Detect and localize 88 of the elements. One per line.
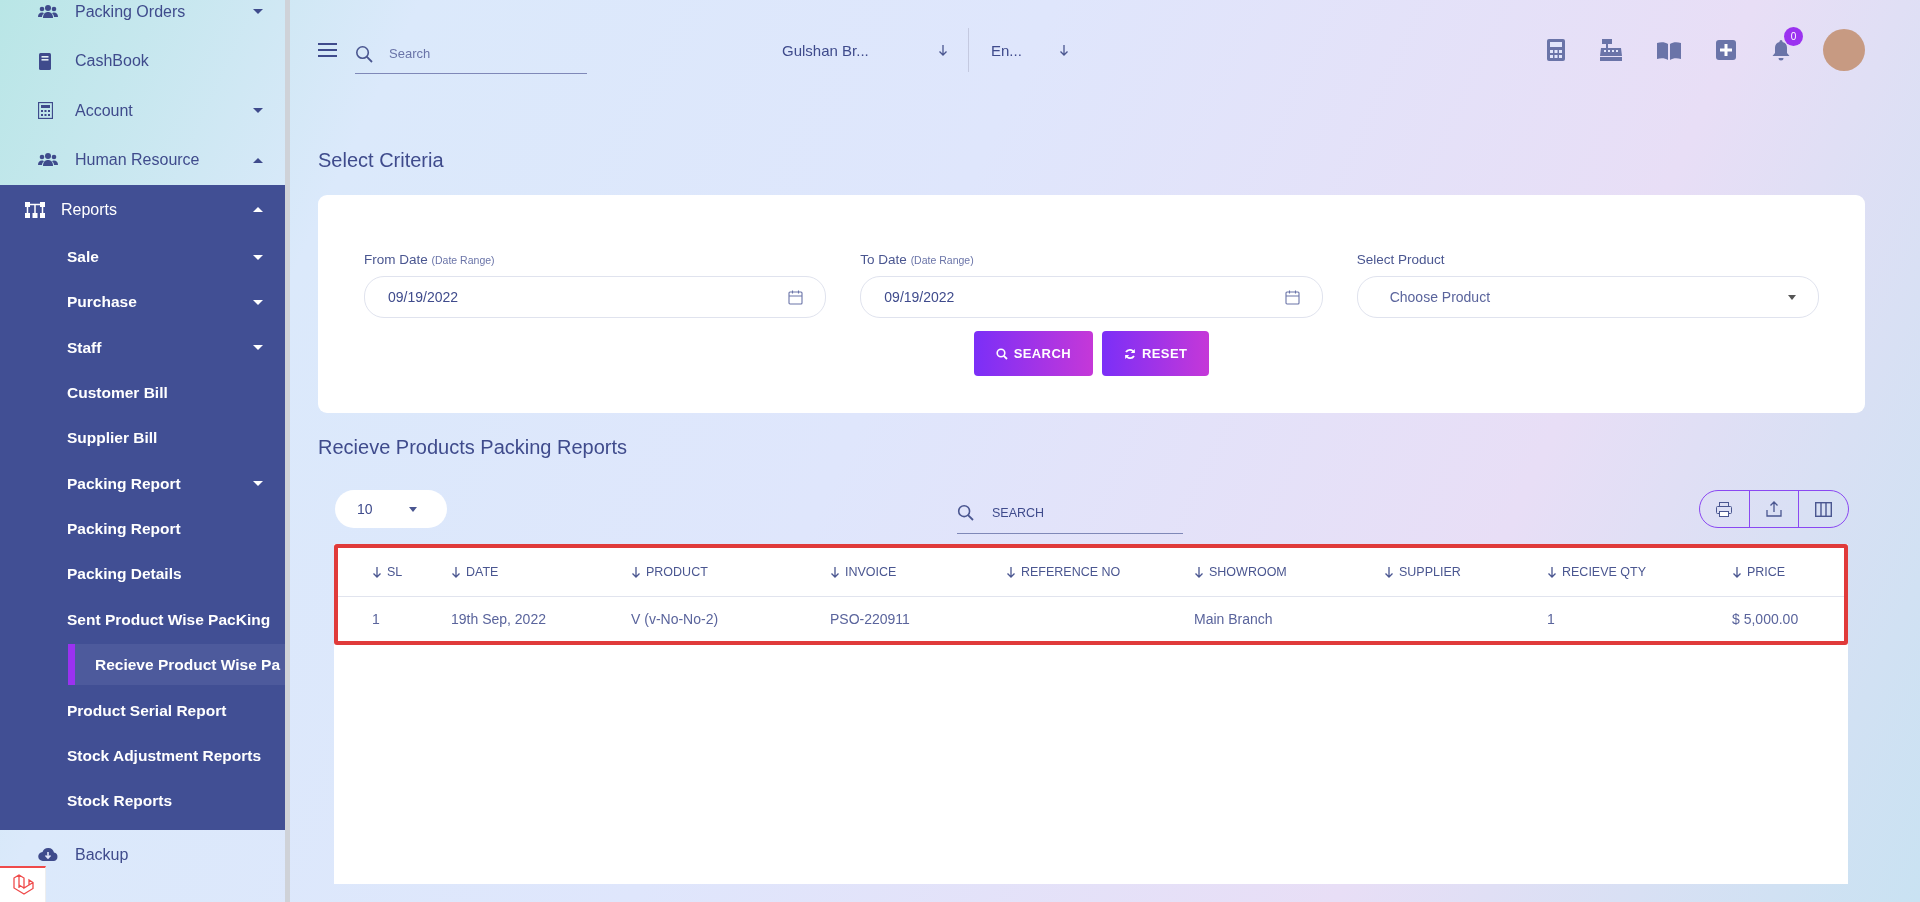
reset-button[interactable]: RESET xyxy=(1101,331,1210,376)
date-field[interactable]: 09/19/2022 xyxy=(860,276,1323,318)
sidebar-item[interactable]: CashBook xyxy=(0,36,285,86)
section-title: Select Criteria xyxy=(318,149,445,172)
search-icon xyxy=(995,347,1008,360)
table-cell: V (v-No-No-2) xyxy=(631,611,719,627)
sidebar-item[interactable]: Backup xyxy=(0,830,285,880)
arrow-down-icon xyxy=(938,44,948,56)
sort-arrow-icon xyxy=(1006,566,1016,578)
column-header[interactable]: DATE xyxy=(415,548,595,597)
book-icon xyxy=(38,52,52,70)
column-header[interactable]: REFERENCE NO xyxy=(970,548,1158,597)
sidebar-subitem[interactable]: Stock Adjustment Reports xyxy=(0,733,285,779)
table-cell: 1 xyxy=(1547,611,1555,627)
sort-arrow-icon xyxy=(830,566,840,578)
column-header[interactable]: RECIEVE QTY xyxy=(1511,548,1696,597)
search-icon xyxy=(355,44,373,63)
sidebar-subitem[interactable]: Recieve Product Wise Pa xyxy=(68,644,285,686)
search-button[interactable]: SEARCH xyxy=(973,331,1093,376)
upload-icon xyxy=(1766,501,1782,517)
field-label: From Date xyxy=(364,252,428,267)
section-title: Recieve Products Packing Reports xyxy=(318,436,629,459)
refresh-icon xyxy=(1123,347,1136,360)
column-header[interactable]: SL xyxy=(338,548,415,597)
sidebar-subitem[interactable]: Product Serial Report xyxy=(0,688,285,734)
sidebar-subitem[interactable]: Customer Bill xyxy=(0,370,285,416)
sidebar-subitem[interactable]: Packing Details xyxy=(0,551,285,597)
calendar-icon xyxy=(1284,289,1300,305)
table-cell: $ 5,000.00 xyxy=(1732,611,1799,627)
plus-square-icon xyxy=(1716,40,1736,60)
sidebar-subitem[interactable]: Staff xyxy=(0,325,285,371)
sort-arrow-icon xyxy=(1194,566,1204,578)
table-search-field[interactable]: SEARCH xyxy=(957,492,1183,534)
calculator-icon xyxy=(38,102,53,120)
sidebar-subitem[interactable]: Sale xyxy=(0,234,285,280)
cash-register-icon xyxy=(1600,39,1622,61)
sort-arrow-icon xyxy=(1547,566,1557,578)
sidebar-subitem[interactable]: Stock Reports xyxy=(0,778,285,825)
page-size-select[interactable]: 10 xyxy=(335,490,447,528)
arrow-down-icon xyxy=(1059,44,1069,56)
sidebar-item[interactable]: Human Resource xyxy=(0,135,285,185)
calendar-icon xyxy=(788,289,804,305)
search-field[interactable]: Search xyxy=(355,34,587,74)
calculator-icon xyxy=(1547,39,1565,61)
sidebar-subitem[interactable]: Purchase xyxy=(0,279,285,326)
notification-badge: 0 xyxy=(1784,27,1803,46)
field-label: To Date xyxy=(860,252,907,267)
sidebar-item[interactable]: Account xyxy=(0,86,285,136)
columns-icon xyxy=(1815,501,1833,517)
column-header[interactable]: INVOICE xyxy=(794,548,970,597)
sort-arrow-icon xyxy=(631,566,641,578)
product-select[interactable]: Choose Product xyxy=(1356,276,1819,318)
sidebar-item[interactable]: Reports xyxy=(0,185,285,235)
sitemap-icon xyxy=(25,201,45,218)
sidebar-subitem[interactable]: Packing Report xyxy=(0,461,285,507)
sort-arrow-icon xyxy=(451,566,461,578)
date-field[interactable]: 09/19/2022 xyxy=(364,276,827,318)
field-hint: (Date Range) xyxy=(910,254,974,266)
sort-arrow-icon xyxy=(372,566,382,578)
open-book-icon xyxy=(1657,40,1681,60)
column-header[interactable]: SHOWROOM xyxy=(1158,548,1348,597)
sidebar-subitem[interactable]: Supplier Bill xyxy=(0,415,285,461)
table-cell: PSO-220911 xyxy=(830,611,910,627)
sidebar-subitem[interactable]: Packing Report xyxy=(0,506,285,552)
sidebar-item[interactable]: Packing Orders xyxy=(0,0,285,37)
column-header[interactable]: PRODUCT xyxy=(595,548,794,597)
language-dropdown[interactable]: En... xyxy=(991,41,1069,59)
menu-icon[interactable] xyxy=(318,43,337,57)
logo-icon xyxy=(0,866,46,902)
table-cell: 19th Sep, 2022 xyxy=(451,611,546,627)
table-cell: Main Branch xyxy=(1194,611,1273,627)
print-icon xyxy=(1716,501,1733,517)
cloud-download-icon xyxy=(38,847,58,863)
column-header[interactable]: PRICE xyxy=(1696,548,1844,597)
branch-dropdown[interactable]: Gulshan Br... xyxy=(782,28,969,72)
table-cell: 1 xyxy=(372,611,380,627)
sort-arrow-icon xyxy=(1384,566,1394,578)
caret-icon xyxy=(408,506,417,512)
search-icon xyxy=(957,504,974,521)
field-hint: (Date Range) xyxy=(431,254,495,266)
caret-icon xyxy=(1788,294,1796,300)
bell-icon xyxy=(1771,39,1791,61)
users-icon xyxy=(38,3,58,20)
sidebar-subitem[interactable]: Sent Product Wise PacKing xyxy=(0,596,285,643)
field-label: Select Product xyxy=(1356,252,1445,267)
sort-arrow-icon xyxy=(1732,566,1742,578)
users-icon xyxy=(38,152,58,169)
column-header[interactable]: SUPPLIER xyxy=(1348,548,1511,597)
